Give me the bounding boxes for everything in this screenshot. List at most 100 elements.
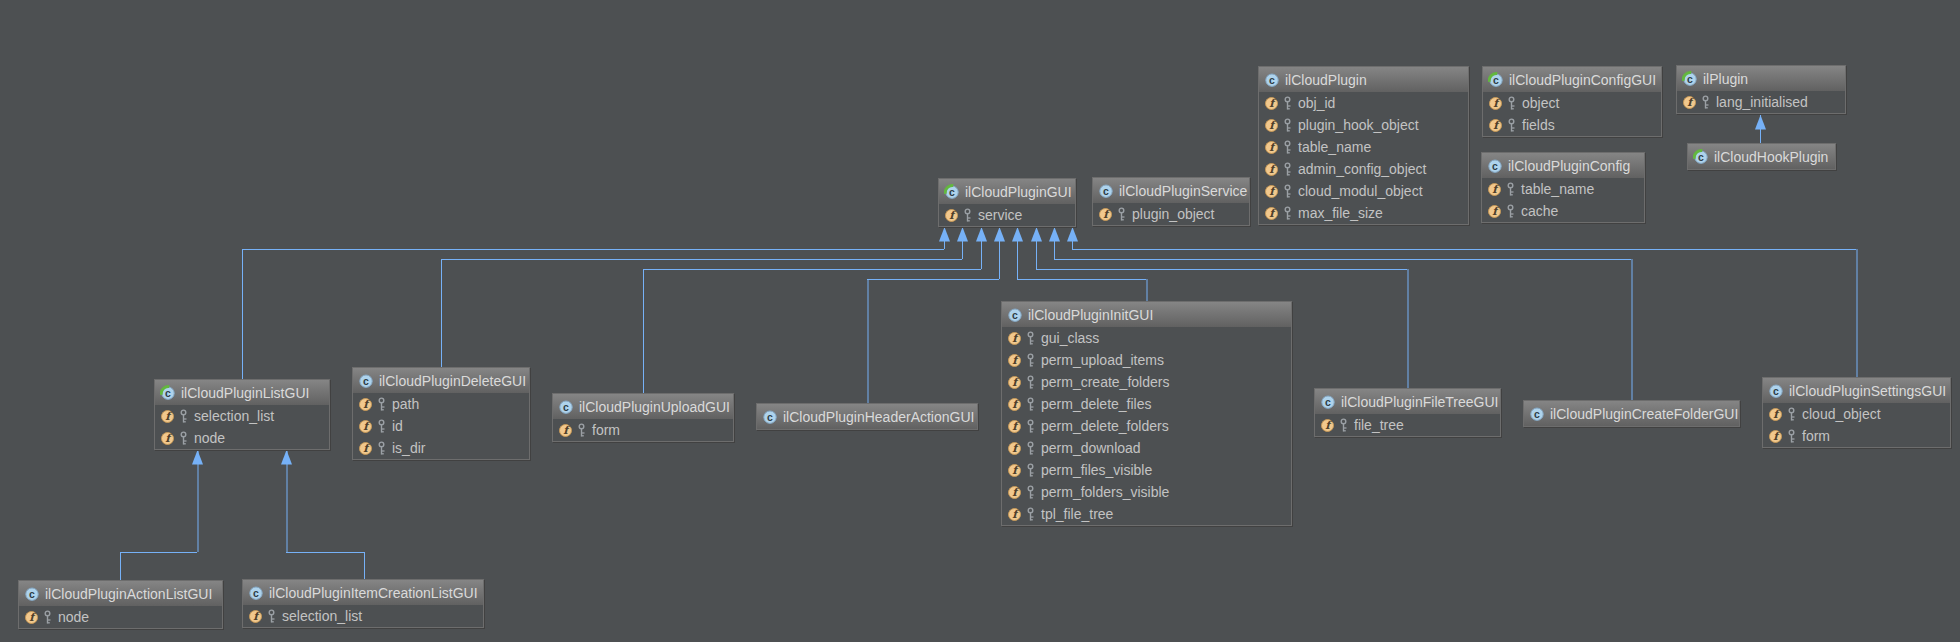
edge-headeractiongui-to-gui[interactable] xyxy=(867,227,1005,403)
edge-uploadgui-to-gui[interactable] xyxy=(643,227,987,393)
field-icon: f xyxy=(1488,118,1503,133)
field-row[interactable]: fperm_upload_items xyxy=(1002,349,1291,371)
class-with-subclass-icon: c xyxy=(944,184,960,200)
class-node-cloud-plugin-action-list-gui[interactable]: cilCloudPluginActionListGUIfnode xyxy=(18,580,223,629)
field-row[interactable]: fis_dir xyxy=(353,437,529,459)
field-icon: f xyxy=(1007,463,1022,478)
field-name: admin_config_object xyxy=(1298,161,1426,177)
field-row[interactable]: ffile_tree xyxy=(1315,414,1500,436)
class-node-cloud-plugin-item-creation-list-gui[interactable]: cilCloudPluginItemCreationListGUIfselect… xyxy=(242,579,484,628)
field-row[interactable]: fservice xyxy=(939,204,1075,226)
field-row[interactable]: ffields xyxy=(1483,114,1661,136)
field-row[interactable]: fnode xyxy=(155,427,329,449)
field-icon: f xyxy=(1320,418,1335,433)
class-name: ilCloudPluginInitGUI xyxy=(1028,307,1153,323)
class-node-cloud-plugin-service[interactable]: cilCloudPluginServicefplugin_object xyxy=(1092,177,1250,226)
key-icon xyxy=(1506,204,1515,219)
field-row[interactable]: fperm_delete_files xyxy=(1002,393,1291,415)
field-row[interactable]: fgui_class xyxy=(1002,327,1291,349)
edge-deletegui-to-gui[interactable] xyxy=(441,227,968,367)
field-row[interactable]: flang_initialised xyxy=(1677,91,1845,113)
field-row[interactable]: fcache xyxy=(1482,200,1644,222)
field-row[interactable]: ftpl_file_tree xyxy=(1002,503,1291,525)
field-row[interactable]: fid xyxy=(353,415,529,437)
class-node-header: cilCloudPluginHeaderActionGUI xyxy=(757,404,977,429)
class-node-cloud-plugin-init-gui[interactable]: c ilCloudPluginInitGUI fgui_classfperm_upl… xyxy=(1001,301,1292,526)
class-name: ilCloudPluginHeaderActionGUI xyxy=(783,409,974,425)
field-row[interactable]: fform xyxy=(1763,425,1950,447)
field-row[interactable]: f max_file_size xyxy=(1259,202,1468,224)
field-row[interactable]: fperm_delete_folders xyxy=(1002,415,1291,437)
class-name: ilCloudPluginUploadGUI xyxy=(579,399,730,415)
class-with-subclass-icon: c xyxy=(1488,72,1504,88)
field-name: lang_initialised xyxy=(1716,94,1808,110)
key-icon xyxy=(1026,375,1035,390)
edge-listgui-to-gui[interactable] xyxy=(242,227,950,379)
class-node-cloud-plugin-gui[interactable]: cilCloudPluginGUIfservice xyxy=(938,178,1076,227)
edge-actionlistgui-to-listgui[interactable] xyxy=(120,450,203,580)
key-icon xyxy=(1026,331,1035,346)
class-node-header: c ilCloudPluginUploadGUI xyxy=(553,394,733,419)
class-node-cloud-plugin-create-folder-gui[interactable]: c ilCloudPluginCreateFolderGUI xyxy=(1523,400,1740,427)
key-icon xyxy=(267,609,276,624)
field-row[interactable]: fperm_download xyxy=(1002,437,1291,459)
field-name: max_file_size xyxy=(1298,205,1383,221)
field-row[interactable]: fnode xyxy=(19,606,222,628)
svg-text:c: c xyxy=(563,401,569,413)
edge-itemcreationlistgui-to-listgui[interactable] xyxy=(281,450,365,579)
key-icon xyxy=(1117,207,1126,222)
class-node-cloud-hook-plugin[interactable]: cilCloudHookPlugin xyxy=(1687,143,1836,170)
svg-text:c: c xyxy=(1773,385,1779,397)
class-node-cloud-plugin-delete-gui[interactable]: cilCloudPluginDeleteGUIfpathfidfis_dir xyxy=(352,367,530,460)
inheritance-arrowhead xyxy=(1049,227,1060,242)
field-icon: f xyxy=(944,208,959,223)
field-name: cloud_modul_object xyxy=(1298,183,1423,199)
field-row[interactable]: fpath xyxy=(353,393,529,415)
class-node-cloud-plugin-file-tree-gui[interactable]: cilCloudPluginFileTreeGUIffile_tree xyxy=(1314,388,1501,437)
class-node-cloud-plugin-list-gui[interactable]: cilCloudPluginListGUIfselection_listfnod… xyxy=(154,379,330,450)
field-row[interactable]: ftable_name xyxy=(1482,178,1644,200)
class-icon: c xyxy=(1529,406,1545,422)
field-row[interactable]: fselection_list xyxy=(155,405,329,427)
field-row[interactable]: fobject xyxy=(1483,92,1661,114)
field-row[interactable]: ftable_name xyxy=(1259,136,1468,158)
field-row[interactable]: fcloud_modul_object xyxy=(1259,180,1468,202)
edge-initgui-to-gui[interactable] xyxy=(1012,227,1147,301)
class-with-subclass-icon: c xyxy=(1682,71,1698,87)
class-node-cloud-plugin[interactable]: cilCloudPluginfobj_idfplugin_hook_object… xyxy=(1258,66,1469,225)
field-row[interactable]: fform xyxy=(553,419,733,441)
class-node-cloud-plugin-config-gui[interactable]: cilCloudPluginConfigGUIfobjectffields xyxy=(1482,66,1662,137)
class-name: ilCloudPluginCreateFolderGUI xyxy=(1550,406,1738,422)
field-row[interactable]: fplugin_object xyxy=(1093,203,1249,225)
field-name: perm_create_folders xyxy=(1041,374,1169,390)
field-row[interactable]: fobj_id xyxy=(1259,92,1468,114)
key-icon xyxy=(963,208,972,223)
field-icon: f xyxy=(1488,96,1503,111)
field-icon: f xyxy=(1007,331,1022,346)
class-icon: c xyxy=(1264,72,1280,88)
class-node-cloud-plugin-header-action-gui[interactable]: cilCloudPluginHeaderActionGUI xyxy=(756,403,978,430)
class-node-header: cilCloudPluginListGUI xyxy=(155,380,329,405)
field-row[interactable]: fperm_files_visible xyxy=(1002,459,1291,481)
class-node-header: cilCloudPluginGUI xyxy=(939,179,1075,204)
edge-hookplugin-to-ilplugin[interactable] xyxy=(1755,115,1766,143)
field-row[interactable]: fperm_folders_visible xyxy=(1002,481,1291,503)
svg-text:c: c xyxy=(1534,408,1540,420)
key-icon xyxy=(43,610,52,625)
field-row[interactable]: fcloud_object xyxy=(1763,403,1950,425)
class-node-cloud-plugin-settings-gui[interactable]: cilCloudPluginSettingsGUIfcloud_objectff… xyxy=(1762,377,1951,448)
field-icon: f xyxy=(24,610,39,625)
svg-text:c: c xyxy=(165,387,171,399)
field-name: perm_delete_folders xyxy=(1041,418,1169,434)
class-node-il-plugin[interactable]: cilPluginflang_initialised xyxy=(1676,65,1846,114)
field-row[interactable]: fplugin_hook_object xyxy=(1259,114,1468,136)
field-icon: f xyxy=(1264,206,1279,221)
field-row[interactable]: fperm_create_folders xyxy=(1002,371,1291,393)
field-row[interactable]: fadmin_config_object xyxy=(1259,158,1468,180)
field-row[interactable]: fselection_list xyxy=(243,605,483,627)
svg-text:c: c xyxy=(1012,309,1018,321)
class-node-cloud-plugin-config[interactable]: cilCloudPluginConfigftable_namefcache xyxy=(1481,152,1645,223)
class-node-cloud-plugin-upload-gui[interactable]: c ilCloudPluginUploadGUI fform xyxy=(552,393,734,442)
svg-text:c: c xyxy=(253,587,259,599)
inheritance-arrowhead xyxy=(192,450,203,465)
